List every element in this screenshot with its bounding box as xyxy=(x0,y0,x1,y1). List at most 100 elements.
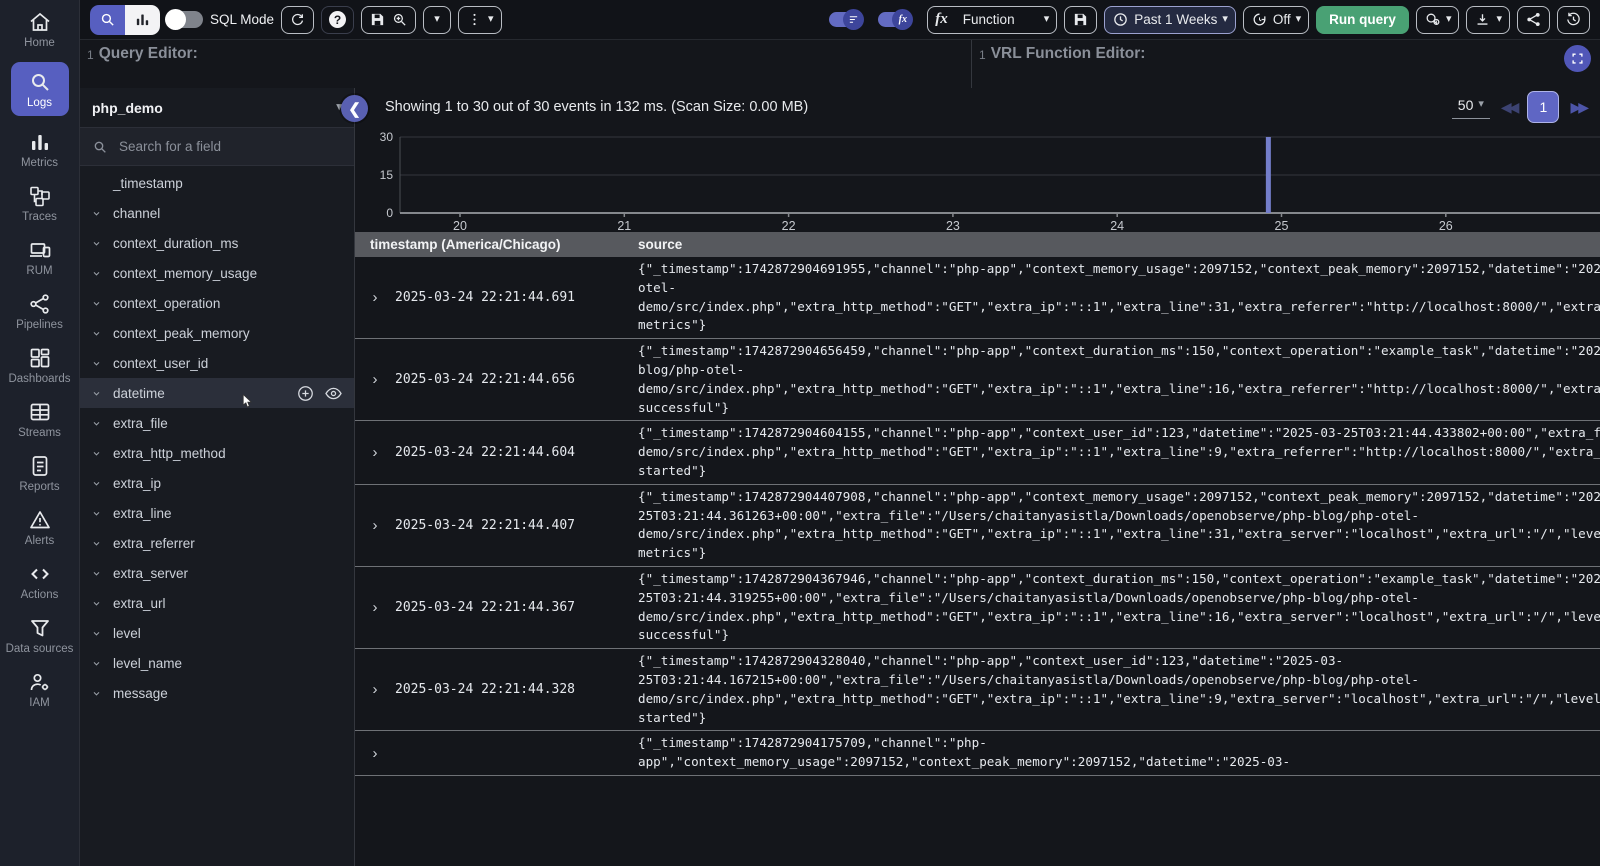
sidebar-item-label: Pipelines xyxy=(16,318,63,331)
sidebar-item-streams[interactable]: Streams xyxy=(5,398,75,440)
sidebar-item-pipelines[interactable]: Pipelines xyxy=(5,290,75,332)
sidebar-nav: Home Logs Metrics Traces RUM Pipelines Dashboa… xyxy=(0,0,80,866)
table-row[interactable]: › 2025-03-24 22:21:44.691 {"_timestamp":17… xyxy=(355,257,1600,340)
page-size-value: 50 xyxy=(1457,96,1474,113)
sidebar-item-label: Data sources xyxy=(5,642,74,655)
results-area: Showing 1 to 30 out of 30 events in 132 … xyxy=(355,88,1600,866)
collapse-fields-button[interactable]: ❮ xyxy=(341,95,368,122)
search-around-button[interactable]: ▾ xyxy=(1415,5,1460,34)
chevron-down-icon xyxy=(91,448,102,459)
histogram-view-tab[interactable] xyxy=(125,4,160,35)
query-editor[interactable]: 1 Query Editor: xyxy=(80,40,972,88)
function-editor-toggle[interactable]: fx xyxy=(878,9,914,30)
funnel-icon xyxy=(28,616,52,640)
expand-row-icon[interactable]: › xyxy=(355,444,395,461)
sidebar-item-actions[interactable]: Actions xyxy=(5,560,75,602)
search-view-tab[interactable] xyxy=(90,4,125,35)
page-size-select[interactable]: 50 ▾ xyxy=(1451,95,1490,119)
field-item-extra_ip[interactable]: extra_ip xyxy=(80,468,354,498)
expand-row-icon[interactable]: › xyxy=(355,371,395,388)
stream-select[interactable]: php_demo ▾ xyxy=(80,88,354,128)
source-cell: {"_timestamp":1742872904175709,"channel"… xyxy=(638,735,1291,770)
sidebar-item-alerts[interactable]: Alerts xyxy=(5,506,75,548)
field-search-input[interactable] xyxy=(117,138,342,155)
sidebar-item-rum[interactable]: RUM xyxy=(5,236,75,278)
more-options-button[interactable]: ▾ xyxy=(458,5,502,34)
sidebar-item-dashboards[interactable]: Dashboards xyxy=(5,344,75,386)
sidebar-item-metrics[interactable]: Metrics xyxy=(5,128,75,170)
sidebar-item-data-sources[interactable]: Data sources xyxy=(5,614,75,656)
field-item-context_user_id[interactable]: context_user_id xyxy=(80,348,354,378)
field-item-extra_file[interactable]: extra_file xyxy=(80,408,354,438)
chevron-down-icon xyxy=(91,658,102,669)
sidebar-item-label: Actions xyxy=(20,588,59,601)
expand-row-icon[interactable]: › xyxy=(355,517,395,534)
save-icon xyxy=(369,11,386,28)
field-name: extra_http_method xyxy=(113,445,226,461)
table-row[interactable]: › 2025-03-24 22:21:44.604 {"_timestamp":17… xyxy=(355,421,1600,485)
sidebar-item-home[interactable]: Home xyxy=(5,8,75,50)
save-function-button[interactable] xyxy=(1064,5,1098,34)
column-header-source[interactable]: source xyxy=(638,237,1600,252)
sidebar-item-reports[interactable]: Reports xyxy=(5,452,75,494)
table-row[interactable]: › {"_timestamp":1742872904175709,"channel… xyxy=(355,731,1600,776)
field-item-level[interactable]: level xyxy=(80,618,354,648)
sidebar-item-logs[interactable]: Logs xyxy=(10,62,69,116)
field-item-extra_url[interactable]: extra_url xyxy=(80,588,354,618)
field-item-extra_http_method[interactable]: extra_http_method xyxy=(80,438,354,468)
clock-icon xyxy=(1112,11,1129,28)
saved-views-dropdown[interactable]: ▾ xyxy=(423,5,452,34)
help-button[interactable]: ? xyxy=(321,5,355,34)
fullscreen-button[interactable] xyxy=(1564,45,1591,72)
table-row[interactable]: › 2025-03-24 22:21:44.656 {"_timestamp":17… xyxy=(355,339,1600,422)
first-page-button[interactable]: ◀◀ xyxy=(1501,100,1519,114)
field-item-extra_server[interactable]: extra_server xyxy=(80,558,354,588)
vrl-function-editor[interactable]: 1 VRL Function Editor: xyxy=(972,40,1600,88)
field-item-context_memory_usage[interactable]: context_memory_usage xyxy=(80,258,354,288)
current-page[interactable]: 1 xyxy=(1527,90,1560,123)
field-item-message[interactable]: message xyxy=(80,678,354,708)
expand-row-icon[interactable]: › xyxy=(355,681,395,698)
reset-query-button[interactable] xyxy=(281,5,315,34)
table-row[interactable]: › 2025-03-24 22:21:44.328 {"_timestamp":17… xyxy=(355,649,1600,732)
field-name: context_user_id xyxy=(113,355,209,371)
field-item-_timestamp[interactable]: _timestamp xyxy=(80,168,354,198)
column-header-timestamp[interactable]: timestamp (America/Chicago) xyxy=(355,237,638,252)
sidebar-item-traces[interactable]: Traces xyxy=(5,182,75,224)
sql-mode-label: SQL Mode xyxy=(210,12,275,27)
events-histogram[interactable]: 0 15 30 20 21 22 23 24 25 26 xyxy=(355,125,1600,233)
auto-refresh-dropdown[interactable]: Off ▾ xyxy=(1242,5,1310,34)
wrap-text-toggle[interactable] xyxy=(829,9,865,30)
plus-circle-icon[interactable] xyxy=(296,384,315,403)
table-row[interactable]: › 2025-03-24 22:21:44.367 {"_timestamp":17… xyxy=(355,567,1600,650)
svg-text:0: 0 xyxy=(386,206,393,220)
expand-row-icon[interactable]: › xyxy=(355,289,395,306)
next-page-button[interactable]: ▶▶ xyxy=(1570,100,1588,114)
field-item-extra_line[interactable]: extra_line xyxy=(80,498,354,528)
share-link-button[interactable] xyxy=(1517,5,1550,34)
field-name: context_duration_ms xyxy=(113,235,239,251)
expand-row-icon[interactable]: › xyxy=(355,599,395,616)
field-item-level_name[interactable]: level_name xyxy=(80,648,354,678)
timestamp-cell: 2025-03-24 22:21:44.604 xyxy=(395,445,576,461)
field-name: extra_server xyxy=(113,565,189,581)
eye-icon[interactable] xyxy=(324,384,343,403)
field-item-datetime[interactable]: datetime xyxy=(80,378,354,408)
field-item-context_operation[interactable]: context_operation xyxy=(80,288,354,318)
search-history-button[interactable] xyxy=(1557,5,1590,34)
download-results-button[interactable]: ▾ xyxy=(1466,5,1510,34)
table-row[interactable]: › 2025-03-24 22:21:44.407 {"_timestamp":17… xyxy=(355,485,1600,567)
field-item-extra_referrer[interactable]: extra_referrer xyxy=(80,528,354,558)
field-item-context_peak_memory[interactable]: context_peak_memory xyxy=(80,318,354,348)
saved-views-button[interactable] xyxy=(361,5,417,34)
time-range-dropdown[interactable]: Past 1 Weeks ▾ xyxy=(1104,5,1236,34)
field-item-context_duration_ms[interactable]: context_duration_ms xyxy=(80,228,354,258)
sidebar-item-iam[interactable]: IAM xyxy=(5,668,75,710)
run-query-button[interactable]: Run query xyxy=(1316,5,1409,34)
sql-mode-toggle[interactable] xyxy=(165,9,203,30)
field-item-channel[interactable]: channel xyxy=(80,198,354,228)
field-name: level xyxy=(113,625,141,641)
chevron-down-icon xyxy=(91,418,102,429)
function-dropdown[interactable]: fx Function ▾ xyxy=(927,5,1058,34)
expand-row-icon[interactable]: › xyxy=(355,745,395,762)
